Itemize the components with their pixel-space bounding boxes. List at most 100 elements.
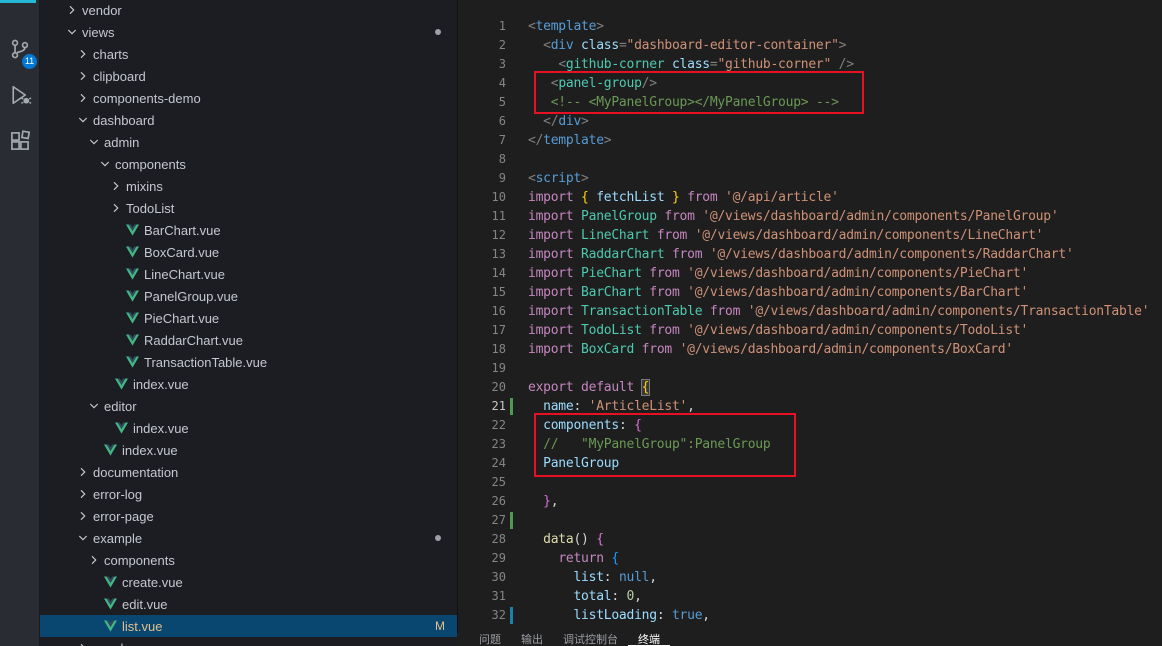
code-line[interactable]: 6 </div> (458, 112, 1162, 131)
code-line[interactable]: 26 }, (458, 492, 1162, 511)
line-number: 14 (491, 266, 506, 280)
tree-item-folder-error-log[interactable]: error-log (40, 483, 457, 505)
tree-item-folder-error-page[interactable]: error-page (40, 505, 457, 527)
git-modified-badge: M (435, 619, 445, 633)
tree-item-folder-TodoList[interactable]: TodoList (40, 197, 457, 219)
chevron-right-icon[interactable] (75, 46, 91, 62)
code-area[interactable]: 1 <template> 2 <div class="dashboard-edito… (458, 17, 1162, 625)
twistie-space (86, 574, 102, 590)
code-line[interactable]: 9 <script> (458, 169, 1162, 188)
tree-item-file-create.vue[interactable]: create.vue (40, 571, 457, 593)
tree-item-folder-components-demo[interactable]: components-demo (40, 87, 457, 109)
chevron-down-icon[interactable] (75, 530, 91, 546)
chevron-right-icon[interactable] (75, 508, 91, 524)
tree-item-file-index.vue[interactable]: index.vue (40, 439, 457, 461)
chevron-down-icon[interactable] (86, 398, 102, 414)
chevron-down-icon[interactable] (86, 134, 102, 150)
code-line[interactable]: 17 import TodoList from '@/views/dashboar… (458, 321, 1162, 340)
code-line[interactable]: 3 <github-corner class="github-corner" /… (458, 55, 1162, 74)
line-number: 29 (491, 551, 506, 565)
chevron-right-icon[interactable] (64, 2, 80, 18)
code-line[interactable]: 22 components: { (458, 416, 1162, 435)
code-line[interactable]: 1 <template> (458, 17, 1162, 36)
tree-item-file-TransactionTable.vue[interactable]: TransactionTable.vue (40, 351, 457, 373)
chevron-right-icon[interactable] (75, 68, 91, 84)
code-line[interactable]: 5 <!-- <MyPanelGroup></MyPanelGroup> --> (458, 93, 1162, 112)
tree-item-file-LineChart.vue[interactable]: LineChart.vue (40, 263, 457, 285)
code-line[interactable]: 14 import PieChart from '@/views/dashboar… (458, 264, 1162, 283)
vue-file-icon (124, 224, 140, 236)
panel-tab-终端[interactable]: 终端 (628, 633, 670, 646)
code-line[interactable]: 4 <panel-group/> (458, 74, 1162, 93)
tree-item-folder-documentation[interactable]: documentation (40, 461, 457, 483)
gutter-space (508, 188, 516, 207)
chevron-right-icon[interactable] (108, 200, 124, 216)
tree-item-folder-admin[interactable]: admin (40, 131, 457, 153)
chevron-right-icon[interactable] (108, 178, 124, 194)
code-line[interactable]: 19 (458, 359, 1162, 378)
tree-item-folder-charts[interactable]: charts (40, 43, 457, 65)
code-line[interactable]: 20 export default { (458, 378, 1162, 397)
run-debug-icon (8, 83, 32, 112)
tree-item-file-PieChart.vue[interactable]: PieChart.vue (40, 307, 457, 329)
tree-item-file-edit.vue[interactable]: edit.vue (40, 593, 457, 615)
chevron-down-icon[interactable] (75, 112, 91, 128)
code-line[interactable]: 31 total: 0, (458, 587, 1162, 606)
tree-item-folder-dashboard[interactable]: dashboard (40, 109, 457, 131)
tree-item-folder-components[interactable]: components (40, 153, 457, 175)
code-line[interactable]: 16 import TransactionTable from '@/views/… (458, 302, 1162, 321)
chevron-down-icon[interactable] (64, 24, 80, 40)
code-line[interactable]: 21 name: 'ArticleList', (458, 397, 1162, 416)
chevron-right-icon[interactable] (75, 464, 91, 480)
tree-item-folder-editor[interactable]: editor (40, 395, 457, 417)
tree-item-file-RaddarChart.vue[interactable]: RaddarChart.vue (40, 329, 457, 351)
code-line[interactable]: 12 import LineChart from '@/views/dashboa… (458, 226, 1162, 245)
tree-item-folder-example[interactable]: example (40, 527, 457, 549)
code-line[interactable]: 27 (458, 511, 1162, 530)
panel-tab-问题[interactable]: 问题 (469, 633, 511, 646)
code-line[interactable]: 25 (458, 473, 1162, 492)
tree-item-folder-excel[interactable]: excel (40, 637, 457, 646)
code-line[interactable]: 8 (458, 150, 1162, 169)
panel-tab-输出[interactable]: 输出 (511, 633, 553, 646)
chevron-right-icon[interactable] (75, 486, 91, 502)
code-line[interactable]: 7 </template> (458, 131, 1162, 150)
source-control-button[interactable]: 11 (0, 28, 40, 74)
chevron-right-icon[interactable] (75, 640, 91, 646)
code-line[interactable]: 15 import BarChart from '@/views/dashboar… (458, 283, 1162, 302)
code-line[interactable]: 18 import BoxCard from '@/views/dashboard… (458, 340, 1162, 359)
gutter-space (508, 17, 516, 36)
tree-item-file-BoxCard.vue[interactable]: BoxCard.vue (40, 241, 457, 263)
tree-item-label: index.vue (133, 420, 189, 436)
tree-item-folder-mixins[interactable]: mixins (40, 175, 457, 197)
code-line[interactable]: 28 data() { (458, 530, 1162, 549)
code-line[interactable]: 24 PanelGroup (458, 454, 1162, 473)
extensions-button[interactable] (0, 120, 40, 166)
tree-item-file-PanelGroup.vue[interactable]: PanelGroup.vue (40, 285, 457, 307)
code-line[interactable]: 32 listLoading: true, (458, 606, 1162, 625)
code-line[interactable]: 29 return { (458, 549, 1162, 568)
code-line[interactable]: 11 import PanelGroup from '@/views/dashbo… (458, 207, 1162, 226)
code-line[interactable]: 23 // "MyPanelGroup":PanelGroup (458, 435, 1162, 454)
code-text: import TransactionTable from '@/views/da… (528, 304, 1150, 319)
tree-item-folder-clipboard[interactable]: clipboard (40, 65, 457, 87)
tree-item-file-index.vue[interactable]: index.vue (40, 373, 457, 395)
tree-item-label: components (104, 552, 175, 568)
code-line[interactable]: 30 list: null, (458, 568, 1162, 587)
tree-item-folder-views[interactable]: views (40, 21, 457, 43)
tree-item-file-list.vue[interactable]: list.vue M (40, 615, 457, 637)
code-line[interactable]: 10 import { fetchList } from '@/api/artic… (458, 188, 1162, 207)
tree-item-file-BarChart.vue[interactable]: BarChart.vue (40, 219, 457, 241)
tree-item-folder-components[interactable]: components (40, 549, 457, 571)
tree-item-folder-vendor[interactable]: vendor (40, 0, 457, 21)
panel-tab-调试控制台[interactable]: 调试控制台 (553, 633, 628, 646)
code-line[interactable]: 2 <div class="dashboard-editor-container… (458, 36, 1162, 55)
chevron-right-icon[interactable] (86, 552, 102, 568)
gutter-space (508, 473, 516, 492)
chevron-right-icon[interactable] (75, 90, 91, 106)
tree-item-file-index.vue[interactable]: index.vue (40, 417, 457, 439)
chevron-down-icon[interactable] (97, 156, 113, 172)
run-debug-button[interactable] (0, 74, 40, 120)
code-line[interactable]: 13 import RaddarChart from '@/views/dashb… (458, 245, 1162, 264)
editor-pane[interactable]: 1 <template> 2 <div class="dashboard-edito… (457, 0, 1162, 646)
